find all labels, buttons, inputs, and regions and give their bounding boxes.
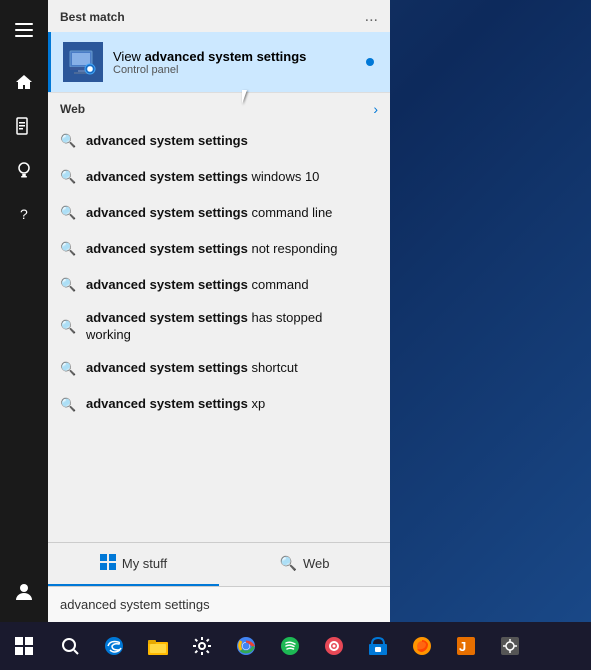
- taskbar: J: [0, 622, 591, 670]
- taskbar-config-icon[interactable]: [488, 624, 532, 668]
- best-match-item[interactable]: View advanced system settings Control pa…: [48, 32, 390, 92]
- suggestion-item[interactable]: 🔍 advanced system settings windows 10: [48, 159, 390, 195]
- view-prefix: View: [113, 49, 145, 64]
- svg-text:?: ?: [20, 206, 28, 222]
- windows-logo-icon: [100, 554, 116, 573]
- control-panel-icon: [63, 42, 103, 82]
- search-icon: 🔍: [60, 361, 76, 377]
- bottom-tabs: My stuff 🔍 Web: [48, 542, 390, 586]
- best-match-title: View advanced system settings: [113, 49, 378, 64]
- tab-my-stuff[interactable]: My stuff: [48, 543, 219, 586]
- suggestion-item[interactable]: 🔍 advanced system settings xp: [48, 387, 390, 423]
- help-icon[interactable]: ?: [0, 192, 48, 236]
- suggestion-text: advanced system settings: [86, 133, 248, 150]
- taskbar-firefox-icon[interactable]: [400, 624, 444, 668]
- best-match-text: View advanced system settings Control pa…: [113, 49, 378, 76]
- sidebar: ?: [0, 0, 48, 622]
- best-match-header: Best match ...: [48, 0, 390, 32]
- search-icon: 🔍: [60, 397, 76, 413]
- tab-web[interactable]: 🔍 Web: [219, 543, 390, 586]
- suggestion-item[interactable]: 🔍 advanced system settings shortcut: [48, 351, 390, 387]
- web-arrow-icon: ›: [373, 101, 378, 117]
- search-icon: 🔍: [60, 319, 76, 335]
- suggestion-text: advanced system settings command: [86, 277, 309, 294]
- person-icon[interactable]: [0, 570, 48, 614]
- taskbar-store-icon[interactable]: [356, 624, 400, 668]
- suggestion-text: advanced system settings not responding: [86, 241, 337, 258]
- suggestion-text: advanced system settings command line: [86, 205, 332, 222]
- taskbar-file-explorer-icon[interactable]: [136, 624, 180, 668]
- search-bar[interactable]: advanced system settings: [48, 586, 390, 622]
- suggestion-item[interactable]: 🔍 advanced system settings command: [48, 267, 390, 303]
- home-icon[interactable]: [0, 60, 48, 104]
- taskbar-spotify-icon[interactable]: [268, 624, 312, 668]
- documents-icon[interactable]: [0, 104, 48, 148]
- taskbar-settings-icon[interactable]: [180, 624, 224, 668]
- search-icon: 🔍: [60, 133, 76, 149]
- web-tab-label: Web: [303, 556, 330, 571]
- best-match-label: Best match: [60, 10, 125, 24]
- bulb-icon[interactable]: [0, 148, 48, 192]
- suggestion-item[interactable]: 🔍 advanced system settings command line: [48, 195, 390, 231]
- search-icon: 🔍: [60, 241, 76, 257]
- suggestion-item[interactable]: 🔍 advanced system settings: [48, 123, 390, 159]
- taskbar-chrome-icon[interactable]: [224, 624, 268, 668]
- my-stuff-label: My stuff: [122, 556, 167, 571]
- taskbar-groove-icon[interactable]: [312, 624, 356, 668]
- hamburger-icon[interactable]: [0, 8, 48, 52]
- start-menu: ? Best match ...: [0, 0, 390, 622]
- more-options-button[interactable]: ...: [365, 8, 378, 26]
- search-input-value[interactable]: advanced system settings: [60, 597, 210, 612]
- loading-indicator: [366, 58, 374, 66]
- best-match-subtitle: Control panel: [113, 64, 378, 76]
- suggestion-item[interactable]: 🔍 advanced system settings has stoppedwo…: [48, 303, 390, 351]
- suggestion-item[interactable]: 🔍 advanced system settings not respondin…: [48, 231, 390, 267]
- taskbar-java-icon[interactable]: J: [444, 624, 488, 668]
- main-content: Best match ...: [48, 0, 390, 622]
- search-icon: 🔍: [60, 277, 76, 293]
- taskbar-edge-icon[interactable]: [92, 624, 136, 668]
- suggestions-list: 🔍 advanced system settings 🔍 advanced sy…: [48, 123, 390, 542]
- advanced-settings-bold: advanced system settings: [145, 49, 307, 64]
- web-search-icon: 🔍: [280, 555, 297, 572]
- start-button[interactable]: [0, 622, 48, 670]
- web-header[interactable]: Web ›: [48, 92, 390, 123]
- taskbar-search-icon[interactable]: [48, 624, 92, 668]
- suggestion-text: advanced system settings has stoppedwork…: [86, 310, 322, 344]
- suggestion-text: advanced system settings shortcut: [86, 360, 298, 377]
- web-label: Web: [60, 102, 85, 116]
- windows-start-logo: [15, 637, 33, 655]
- svg-text:J: J: [459, 639, 466, 654]
- search-icon: 🔍: [60, 205, 76, 221]
- search-icon: 🔍: [60, 169, 76, 185]
- desktop: ? Best match ...: [0, 0, 591, 670]
- suggestion-text: advanced system settings windows 10: [86, 169, 319, 186]
- suggestion-text: advanced system settings xp: [86, 396, 265, 413]
